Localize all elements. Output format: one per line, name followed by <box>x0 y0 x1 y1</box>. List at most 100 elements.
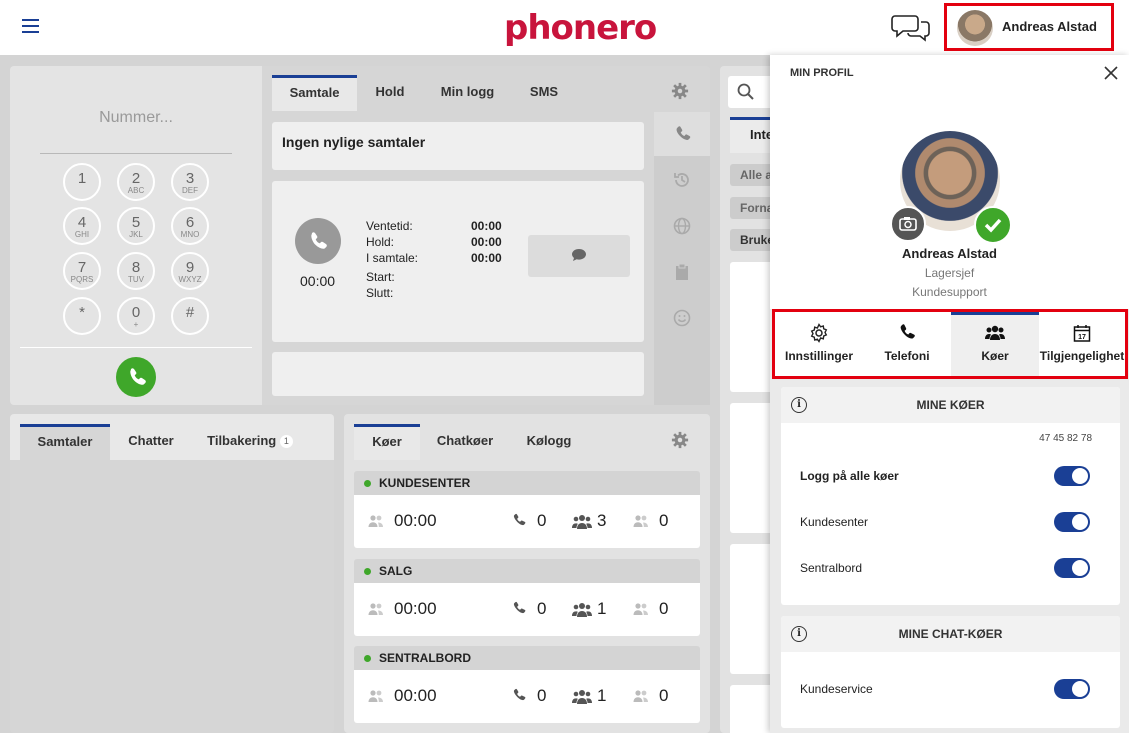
dial-key[interactable]: 4 GHI <box>63 207 101 245</box>
user-name: Andreas Alstad <box>1002 19 1097 34</box>
queue-header[interactable]: SENTRALBORD <box>354 646 700 670</box>
status-dot <box>364 568 371 575</box>
stat-value: 00:00 <box>471 235 502 249</box>
tab-hold[interactable]: Hold <box>360 75 420 111</box>
tab-samtaler[interactable]: Samtaler <box>20 424 110 460</box>
tab-innstillinger[interactable]: Innstillinger <box>775 312 863 376</box>
stat-value: 00:00 <box>471 251 502 265</box>
tab-tilbakering[interactable]: Tilbakering 1 <box>200 424 300 460</box>
dial-key-letters: ABC <box>127 186 145 195</box>
queue-waiting: 0 <box>659 686 669 705</box>
section-header: i MINE KØER <box>781 387 1120 423</box>
dial-key-digit: 8 <box>131 259 141 276</box>
dial-key[interactable]: 8 TUV <box>117 252 155 290</box>
queue-header[interactable]: SALG <box>354 559 700 583</box>
dial-key[interactable]: 0 + <box>117 297 155 335</box>
phone-icon <box>130 368 146 385</box>
drawer-title: MIN PROFIL <box>790 67 854 79</box>
call-button[interactable] <box>116 357 156 397</box>
tab-samtale[interactable]: Samtale <box>272 75 357 111</box>
chat-queue-toggle[interactable] <box>1054 679 1090 699</box>
dial-key-digit: 7 <box>77 259 87 276</box>
dial-key-digit: 5 <box>131 214 141 231</box>
profile-drawer: MIN PROFIL Andreas Alstad Lagersjef Kund… <box>770 55 1129 733</box>
number-input[interactable]: Nummer... <box>40 108 232 154</box>
phone-icon <box>511 513 527 527</box>
divider <box>20 347 252 348</box>
tab-min-logg[interactable]: Min logg <box>430 75 505 111</box>
gear-icon[interactable] <box>671 431 689 449</box>
queue-toggle[interactable] <box>1054 512 1090 532</box>
conversations-panel <box>10 414 334 733</box>
dial-key[interactable]: 5 JKL <box>117 207 155 245</box>
dial-key-digit: 1 <box>77 170 87 187</box>
stat-label: Ventetid: <box>366 219 413 233</box>
user-icon <box>368 514 384 528</box>
section-title: MINE KØER <box>916 398 985 412</box>
dial-key[interactable]: 7 PQRS <box>63 252 101 290</box>
user-icon <box>633 514 649 528</box>
tab-chatkoer[interactable]: Chatkøer <box>430 424 500 460</box>
change-photo-button[interactable] <box>890 206 926 242</box>
dial-key[interactable]: 1 <box>63 163 101 201</box>
status-available-icon <box>974 206 1012 244</box>
tab-koer[interactable]: Køer <box>354 424 420 460</box>
queue-calls: 0 <box>537 599 547 618</box>
phone-icon <box>900 324 915 339</box>
toggle-label: Kundeservice <box>800 682 873 696</box>
dial-key-digit: 2 <box>131 170 141 187</box>
queue-header[interactable]: KUNDESENTER <box>354 471 700 495</box>
tab-kologg[interactable]: Kølogg <box>518 424 580 460</box>
message-button[interactable] <box>528 235 630 277</box>
login-all-queues-toggle[interactable] <box>1054 466 1090 486</box>
smiley-icon[interactable] <box>672 308 692 328</box>
dial-key[interactable]: 6 MNO <box>171 207 209 245</box>
tab-koer[interactable]: Køer <box>951 312 1039 376</box>
chat-bubbles-icon[interactable] <box>891 12 931 42</box>
tab-telefoni[interactable]: Telefoni <box>863 312 951 376</box>
history-icon[interactable] <box>672 170 692 190</box>
dial-key[interactable]: 3 DEF <box>171 163 209 201</box>
status-dot <box>364 655 371 662</box>
queue-agents: 3 <box>597 511 607 530</box>
status-dot <box>364 480 371 487</box>
queue-calls: 0 <box>537 511 547 530</box>
queue-waiting: 0 <box>659 599 669 618</box>
users-icon <box>985 325 1005 340</box>
tab-sms[interactable]: SMS <box>515 75 573 111</box>
dial-key[interactable]: 2 ABC <box>117 163 155 201</box>
tab-tilgjengelighet[interactable]: 17 Tilgjengelighet <box>1039 312 1125 376</box>
queue-stats: 00:00 0 1 0 <box>354 670 700 723</box>
phonero-logo: phonero <box>504 8 657 48</box>
profile-button[interactable]: Andreas Alstad <box>944 3 1114 51</box>
profile-department: Kundesupport <box>912 285 987 299</box>
gear-icon[interactable] <box>671 82 689 100</box>
queue-agents: 1 <box>597 599 607 618</box>
dial-key-letters: PQRS <box>70 275 94 284</box>
dial-key[interactable]: 9 WXYZ <box>171 252 209 290</box>
queue-wait-time: 00:00 <box>394 686 437 705</box>
dial-key[interactable]: * <box>63 297 101 335</box>
profile-tabs: Innstillinger Telefoni Køer 17 Tilgjenge… <box>772 309 1128 379</box>
tab-chatter[interactable]: Chatter <box>120 424 182 460</box>
toggle-row: Logg på alle køer <box>800 464 1090 488</box>
phone-icon <box>511 601 527 615</box>
queue-agents: 1 <box>597 686 607 705</box>
dial-key[interactable]: # <box>171 297 209 335</box>
queue-name: SALG <box>379 564 413 578</box>
globe-icon[interactable] <box>672 216 692 236</box>
queue-toggle[interactable] <box>1054 558 1090 578</box>
toggle-label: Kundesenter <box>800 515 869 529</box>
close-icon[interactable] <box>1103 65 1119 81</box>
clipboard-icon[interactable] <box>672 262 692 282</box>
queue-stats: 00:00 0 3 0 <box>354 495 700 548</box>
stat-label: I samtale: <box>366 251 419 265</box>
dial-key-letters: + <box>133 320 139 329</box>
menu-icon[interactable] <box>22 19 39 33</box>
phone-icon <box>511 688 527 702</box>
dial-key-letters: JKL <box>129 230 143 239</box>
count-badge: 1 <box>279 435 293 448</box>
phone-icon[interactable] <box>672 124 692 144</box>
profile-summary: Andreas Alstad Lagersjef Kundesupport <box>770 91 1129 309</box>
user-icon <box>368 689 384 703</box>
